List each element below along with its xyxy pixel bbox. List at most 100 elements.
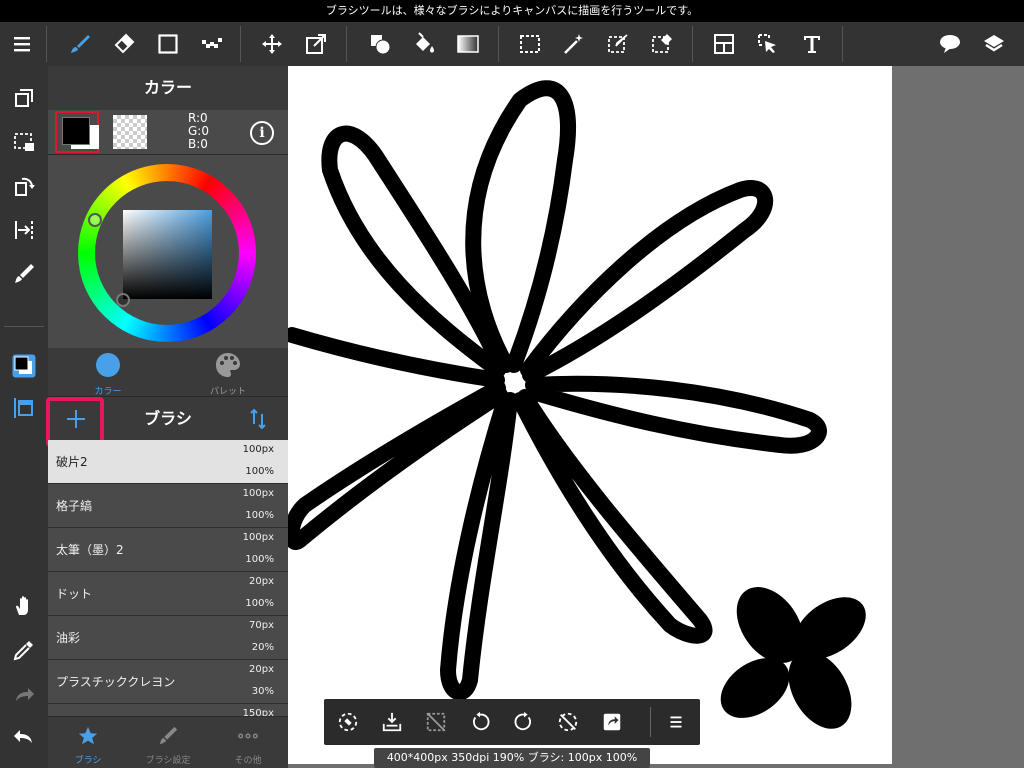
undo-button[interactable] [0,716,48,756]
brush-opacity: 100% [245,510,274,521]
select-eraser-button[interactable] [642,22,682,66]
layers-button[interactable] [974,22,1014,66]
list-item[interactable]: 油彩 70px 20% [48,616,288,660]
info-icon[interactable]: i [250,121,274,145]
text-tool-button[interactable] [792,22,832,66]
layers-icon [984,35,1004,52]
transform-tool-button[interactable] [296,22,336,66]
tab-color[interactable]: カラー [48,348,168,397]
clear-button[interactable] [326,699,370,745]
move-tool-button[interactable] [252,22,292,66]
brush-size: 20px [249,576,274,587]
select-pen-icon [608,34,628,53]
tab-palette[interactable]: パレット [168,348,288,397]
list-item[interactable]: 格子縞 100px 100% [48,484,288,528]
magic-wand-icon [564,34,583,54]
layer-panel-button[interactable] [0,388,48,428]
reset-rotation-button[interactable] [546,699,590,745]
gradient-icon [457,35,479,53]
brush-size: 20px [249,664,274,675]
sv-handle[interactable] [116,293,130,307]
rectangle-tool-button[interactable] [148,22,188,66]
deselect-icon [426,712,446,732]
hue-handle[interactable] [88,213,102,227]
magic-wand-button[interactable] [554,22,594,66]
transparent-color-swatch[interactable] [113,115,147,149]
list-item[interactable]: 破片2 100px 100% [48,440,288,484]
top-toolbar [0,22,1024,66]
cursor-select-icon [758,34,776,53]
frame-divider-button[interactable] [704,22,744,66]
share-icon [603,713,621,731]
brush-tool-button[interactable] [60,22,100,66]
star-icon [78,726,98,745]
duplicate-button[interactable] [0,78,48,118]
tab-other[interactable]: その他 [208,717,288,768]
eraser-tool-button[interactable] [104,22,144,66]
hand-button[interactable] [0,586,48,626]
select-layer-button[interactable] [0,122,48,162]
list-item[interactable]: 150px [48,704,288,716]
saturation-value-square[interactable] [123,210,212,299]
brush-name: プラスチッククレヨン [56,675,176,689]
eyedropper-button[interactable] [0,630,48,670]
list-item[interactable]: 太筆（墨）2 100px 100% [48,528,288,572]
brush-name: 格子縞 [56,499,93,513]
menu-button[interactable] [2,22,42,66]
brush-name: 油彩 [56,631,81,645]
redo-button[interactable] [0,674,48,714]
text-icon [804,36,820,53]
gradient-tool-button[interactable] [448,22,488,66]
rotate-left-button[interactable] [458,699,502,745]
redo-icon [16,688,34,701]
select-pen-button[interactable] [598,22,638,66]
tab-brush-label: ブラシ [74,756,102,766]
brush-settings-button[interactable] [0,254,48,294]
duplicate-icon [15,89,33,107]
brush-size: 100px [242,444,274,455]
current-color-swatch[interactable] [55,111,99,153]
drawing-canvas[interactable] [288,66,892,764]
bottom-tabs: ブラシ ブラシ設定 その他 [48,716,288,768]
brush-size: 70px [249,620,274,631]
list-item[interactable]: プラスチッククレヨン 20px 30% [48,660,288,704]
brush-header: ブラシ [46,396,288,447]
tab-brush-settings[interactable]: ブラシ設定 [128,717,208,768]
flip-horizontal-icon [15,221,33,239]
panel-icon [14,398,33,418]
select-tool-button[interactable] [510,22,550,66]
rotate-right-button[interactable] [502,699,546,745]
rotate-right-icon [514,711,532,731]
brush-opacity: 100% [245,598,274,609]
add-brush-icon[interactable] [64,407,88,431]
clear-icon [338,712,358,732]
rotate-button[interactable] [0,166,48,206]
color-swatch-button[interactable] [0,346,48,386]
save-button[interactable] [370,699,414,745]
palette-icon [216,353,240,377]
primary-color [62,117,90,145]
bucket-tool-button[interactable] [404,22,444,66]
dot-tool-button[interactable] [192,22,232,66]
material-button[interactable] [930,22,970,66]
share-button[interactable] [590,699,634,745]
rectangle-icon [158,34,178,54]
list-item[interactable]: ドット 20px 100% [48,572,288,616]
rgb-readout: R:0 G:0 B:0 [188,112,209,151]
left-toolbar [0,66,48,768]
canvas-menu-button[interactable] [654,699,698,745]
hamburger-icon [14,37,30,52]
undo-icon [14,730,32,743]
operation-tool-button[interactable] [748,22,788,66]
sort-icon[interactable] [246,407,270,431]
brush-opacity: 100% [245,554,274,565]
bucket-icon [416,32,434,53]
rgb-b: B:0 [188,137,208,151]
deselect-button[interactable] [414,699,458,745]
color-swatch-icon [12,354,36,378]
flip-button[interactable] [0,210,48,250]
hamburger-icon [670,716,682,728]
tab-brush-settings-label: ブラシ設定 [145,756,191,766]
shape-fill-tool-button[interactable] [360,22,400,66]
tab-brush[interactable]: ブラシ [48,717,128,768]
